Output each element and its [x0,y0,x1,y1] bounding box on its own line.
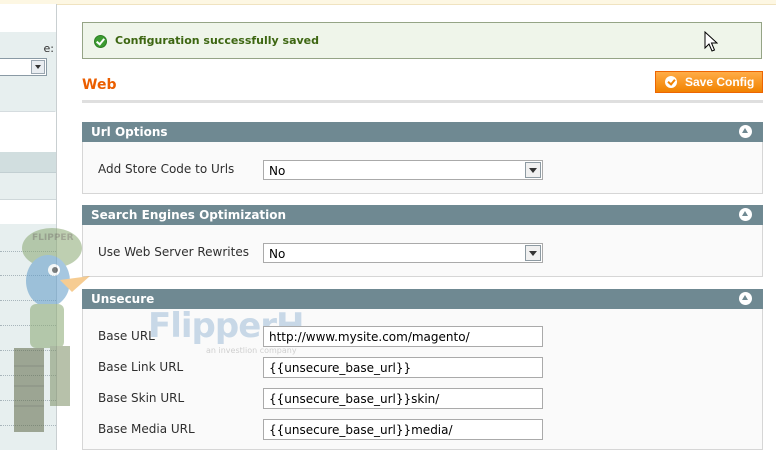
add-store-code-select[interactable]: No [263,160,543,180]
sidebar-panel [0,111,55,153]
input-value: {{unsecure_base_url}}skin/ [269,392,440,406]
fieldset-header-url-options[interactable]: Url Options [82,122,763,142]
base-url-label: Base URL [98,329,155,343]
save-config-button[interactable]: Save Config [655,71,763,93]
select-value: No [269,164,286,178]
base-media-url-input[interactable]: {{unsecure_base_url}}media/ [263,419,543,440]
collapse-icon[interactable] [739,208,752,221]
base-skin-url-input[interactable]: {{unsecure_base_url}}skin/ [263,388,543,409]
success-check-icon [94,35,107,48]
input-value: http://www.mysite.com/magento/ [269,330,470,344]
scope-select[interactable] [0,58,47,76]
save-config-label: Save Config [685,75,755,89]
sidebar-item[interactable] [0,173,56,200]
watermark-tagline: an investlion company [206,346,297,355]
collapse-icon[interactable] [739,292,752,305]
save-check-icon [665,76,677,88]
chevron-down-icon [525,162,541,178]
use-rewrites-label: Use Web Server Rewrites [98,245,249,259]
input-value: {{unsecure_base_url}} [269,361,412,375]
base-skin-url-label: Base Skin URL [98,391,185,405]
mouse-cursor-icon [704,31,718,52]
use-rewrites-select[interactable]: No [263,243,543,263]
title-divider [82,100,763,103]
fieldset-title: Search Engines Optimization [91,208,287,222]
success-message: Configuration successfully saved [82,22,762,59]
base-url-input[interactable]: http://www.mysite.com/magento/ [263,326,543,347]
mascot-text: FLIPPER [32,233,74,243]
fieldset-header-seo[interactable]: Search Engines Optimization [82,205,763,225]
chevron-down-icon [31,60,45,74]
collapse-icon[interactable] [739,125,752,138]
sidebar-section-header[interactable] [0,152,56,173]
select-value: No [269,247,286,261]
add-store-code-label: Add Store Code to Urls [98,162,235,176]
success-message-text: Configuration successfully saved [115,34,320,47]
watermark-mascot-icon: FLIPPER [14,228,90,432]
scope-switcher: e: [0,32,56,112]
fieldset-title: Unsecure [91,292,155,306]
base-link-url-label: Base Link URL [98,360,184,374]
input-value: {{unsecure_base_url}}media/ [269,423,453,437]
base-media-url-label: Base Media URL [98,422,195,436]
fieldset-title: Url Options [91,125,168,139]
top-strip [0,0,776,5]
scope-label: e: [43,42,54,55]
base-link-url-input[interactable]: {{unsecure_base_url}} [263,357,543,378]
chevron-down-icon [525,245,541,261]
page-title: Web [82,77,117,93]
